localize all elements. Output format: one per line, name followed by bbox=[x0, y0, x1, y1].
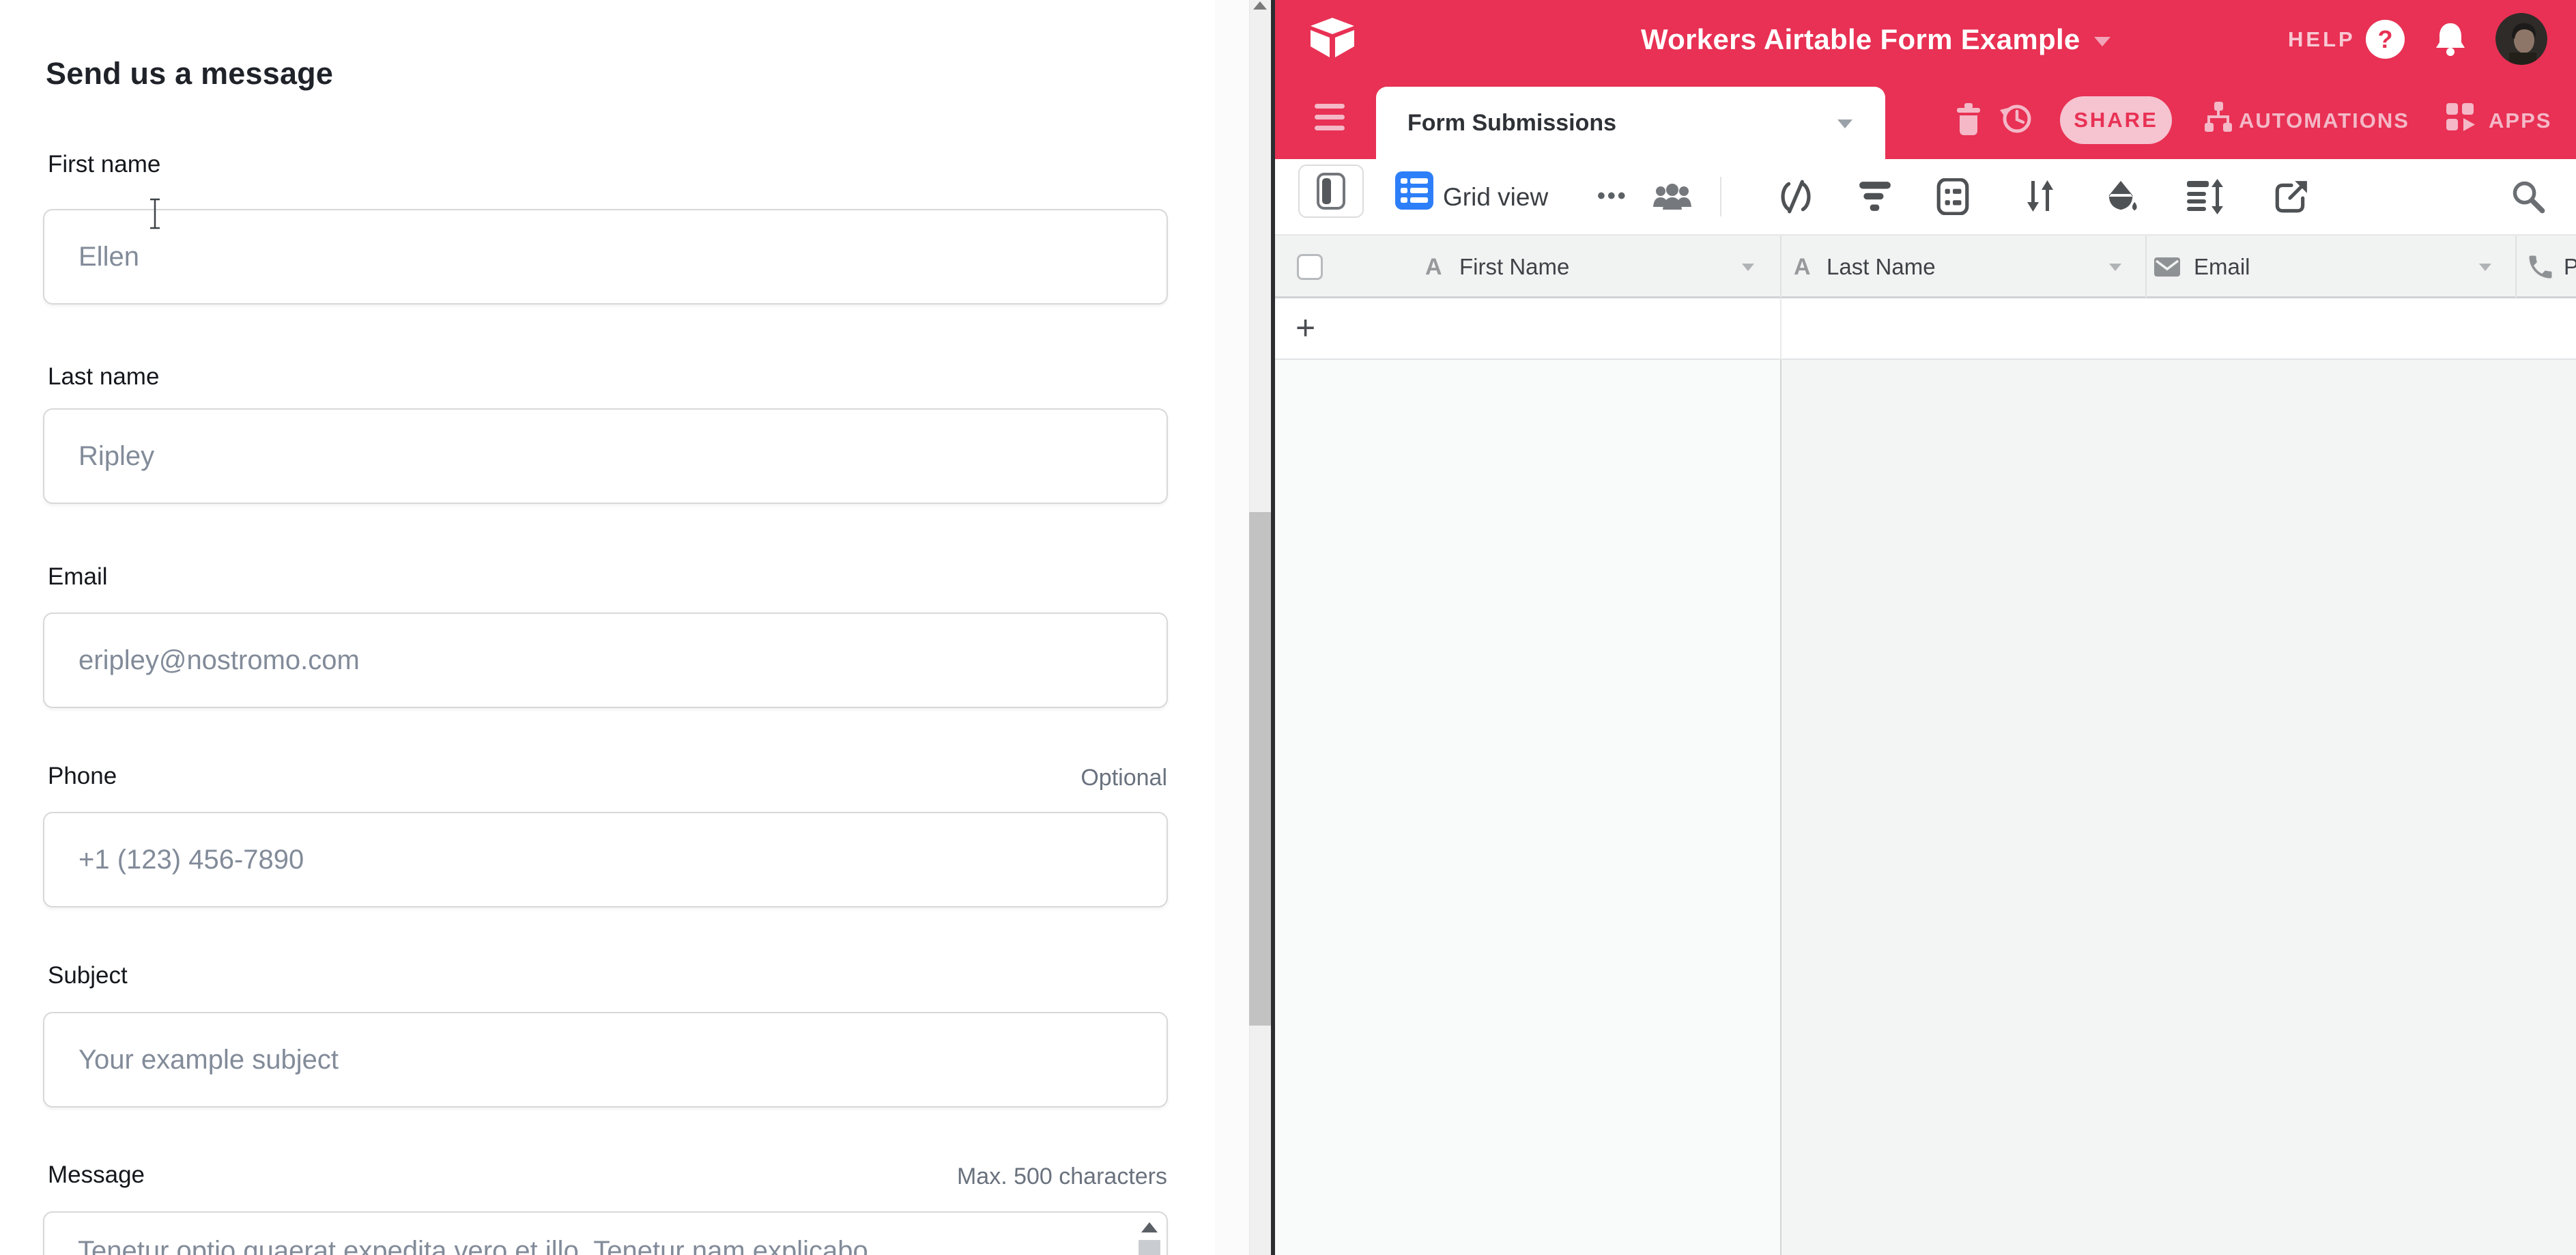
notifications-bell-icon[interactable] bbox=[2434, 22, 2467, 57]
collaborators-icon[interactable] bbox=[1652, 181, 1693, 215]
message-label: Message bbox=[48, 1161, 145, 1189]
message-placeholder-text: Tenetur optio quaerat expedita vero et i… bbox=[78, 1236, 868, 1255]
column-header-phone-clipped[interactable]: P bbox=[2564, 236, 2576, 298]
grid-body-first-column-area bbox=[1275, 360, 1780, 1255]
column-header-email[interactable]: Email bbox=[2194, 236, 2250, 298]
filter-icon[interactable] bbox=[1858, 180, 1892, 214]
last-name-input[interactable] bbox=[43, 408, 1168, 504]
grid-body bbox=[1275, 360, 2576, 1255]
subject-input[interactable] bbox=[43, 1012, 1168, 1108]
column-menu-caret-icon[interactable] bbox=[1742, 264, 1754, 271]
view-name-button[interactable]: Grid view bbox=[1443, 159, 1548, 236]
airtable-logo-icon[interactable] bbox=[1308, 16, 1357, 61]
column-separator bbox=[2145, 236, 2147, 298]
column-header-last-name[interactable]: Last Name bbox=[1827, 236, 1936, 298]
group-icon[interactable] bbox=[1936, 178, 1970, 215]
apps-icon[interactable] bbox=[2445, 102, 2478, 133]
subject-label: Subject bbox=[48, 962, 128, 989]
help-question-icon[interactable]: ? bbox=[2366, 20, 2405, 59]
phone-optional-hint: Optional bbox=[1081, 765, 1167, 791]
base-title-caret-icon bbox=[2094, 37, 2110, 46]
grid-add-row: + bbox=[1275, 298, 2576, 360]
last-name-label: Last name bbox=[48, 363, 159, 391]
form-window-gutter bbox=[1215, 0, 1249, 1255]
message-max-hint: Max. 500 characters bbox=[957, 1164, 1167, 1190]
search-icon[interactable] bbox=[2510, 178, 2546, 215]
help-link[interactable]: HELP bbox=[2288, 27, 2356, 52]
grid-view-icon[interactable] bbox=[1395, 171, 1433, 210]
toolbar-divider bbox=[1720, 177, 1721, 216]
view-more-button[interactable]: ••• bbox=[1597, 159, 1628, 236]
row-height-icon[interactable] bbox=[2186, 178, 2224, 215]
share-button[interactable]: SHARE bbox=[2060, 96, 2172, 144]
tables-menu-icon[interactable] bbox=[1315, 104, 1345, 137]
sidebar-toggle-icon bbox=[1317, 173, 1345, 210]
history-icon[interactable] bbox=[1999, 100, 2034, 136]
column-header-first-name[interactable]: First Name bbox=[1459, 236, 1569, 298]
airtable-window: Workers Airtable Form Example HELP ? bbox=[1275, 0, 2576, 1255]
table-tab-label: Form Submissions bbox=[1407, 87, 1616, 159]
grid-body-background bbox=[1781, 360, 2576, 1255]
user-avatar[interactable] bbox=[2495, 13, 2547, 65]
column-separator bbox=[1780, 298, 1781, 360]
phone-field-type-icon bbox=[2525, 252, 2556, 282]
apps-button[interactable]: APPS bbox=[2489, 109, 2551, 133]
airtable-table-bar: Form Submissions SHARE bbox=[1275, 79, 2576, 159]
first-name-label: First name bbox=[48, 151, 160, 178]
phone-label: Phone bbox=[48, 763, 117, 790]
share-view-icon[interactable] bbox=[2273, 178, 2308, 215]
form-window-scrollbar-thumb[interactable] bbox=[1249, 512, 1271, 1026]
first-name-input[interactable] bbox=[43, 209, 1168, 305]
view-toolbar: Grid view ••• bbox=[1275, 159, 2576, 236]
sort-icon[interactable] bbox=[2023, 178, 2057, 214]
add-record-button[interactable]: + bbox=[1296, 298, 1315, 360]
message-scrollbar-thumb[interactable] bbox=[1139, 1240, 1160, 1255]
column-menu-caret-icon[interactable] bbox=[2109, 264, 2121, 271]
grid-column-header-row: A First Name A Last Name Email P bbox=[1275, 236, 2576, 298]
column-separator bbox=[1780, 236, 1781, 298]
text-field-type-icon: A bbox=[1794, 236, 1811, 298]
airtable-top-bar: Workers Airtable Form Example HELP ? bbox=[1275, 0, 2576, 79]
tab-form-submissions[interactable]: Form Submissions bbox=[1376, 87, 1885, 159]
column-menu-caret-icon[interactable] bbox=[2479, 264, 2491, 271]
phone-input[interactable] bbox=[43, 812, 1168, 907]
text-cursor-icon bbox=[147, 198, 162, 229]
form-window-scroll-up-icon[interactable] bbox=[1253, 1, 1267, 10]
hide-fields-icon[interactable] bbox=[1777, 178, 1814, 215]
view-sidebar-toggle-button[interactable] bbox=[1298, 165, 1364, 218]
select-all-checkbox[interactable] bbox=[1297, 254, 1323, 280]
base-title: Workers Airtable Form Example bbox=[1641, 23, 2080, 56]
contact-form-window: Send us a message First name Last name E… bbox=[0, 0, 1215, 1255]
form-heading: Send us a message bbox=[46, 56, 333, 91]
email-input[interactable] bbox=[43, 612, 1168, 708]
color-icon[interactable] bbox=[2105, 178, 2139, 215]
automations-button[interactable]: AUTOMATIONS bbox=[2239, 109, 2409, 133]
column-separator bbox=[2515, 236, 2517, 298]
text-field-type-icon: A bbox=[1425, 236, 1442, 298]
table-tab-caret-icon[interactable] bbox=[1837, 119, 1852, 128]
email-label: Email bbox=[48, 563, 108, 591]
base-title-button[interactable]: Workers Airtable Form Example bbox=[1641, 0, 2110, 79]
message-scroll-up-icon[interactable] bbox=[1141, 1222, 1158, 1232]
automations-icon[interactable] bbox=[2202, 102, 2235, 133]
trash-icon[interactable] bbox=[1952, 102, 1985, 136]
email-field-type-icon bbox=[2154, 257, 2180, 277]
screenshot-root: Send us a message First name Last name E… bbox=[0, 0, 2576, 1255]
